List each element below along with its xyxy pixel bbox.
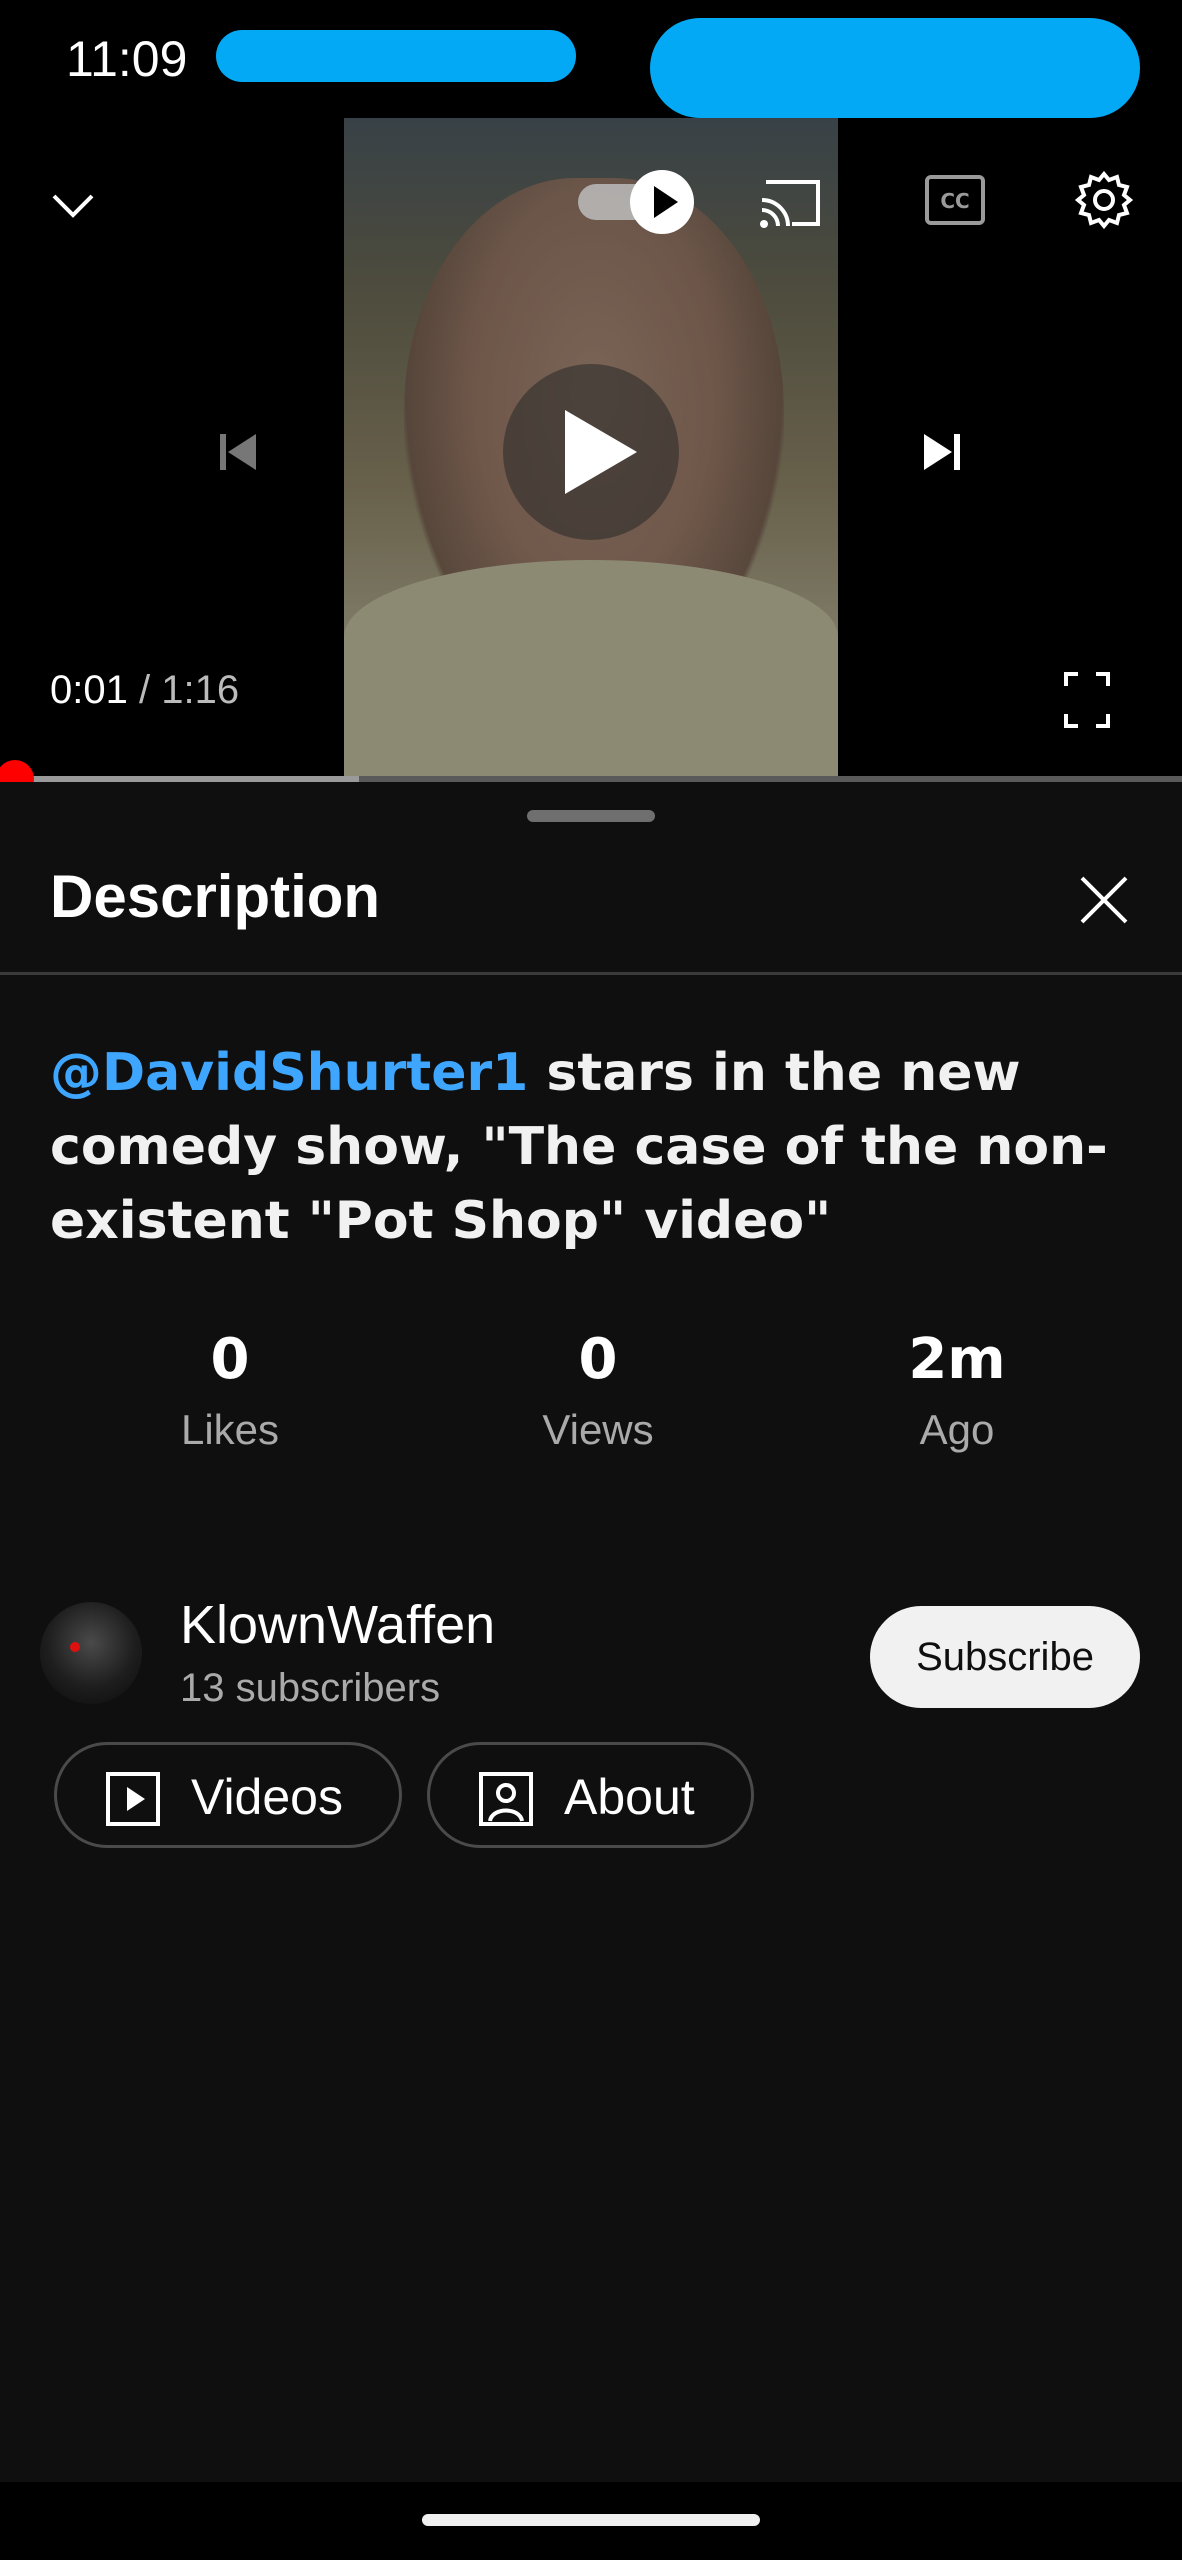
redaction-mark: [216, 30, 576, 82]
divider: [0, 972, 1182, 975]
autoplay-knob: [630, 170, 694, 234]
stat-label: Ago: [919, 1406, 995, 1453]
time-separator: /: [138, 668, 151, 712]
play-button[interactable]: [503, 364, 679, 540]
cast-icon[interactable]: [756, 172, 826, 232]
channel-name[interactable]: KlownWaffen: [180, 1594, 495, 1656]
skip-next-icon[interactable]: [918, 428, 966, 476]
video-player[interactable]: CC 0:01 / 1:16: [0, 118, 1182, 780]
gear-icon[interactable]: [1072, 168, 1136, 232]
status-bar: 11:09: [0, 0, 1182, 118]
fullscreen-icon[interactable]: [1062, 670, 1112, 730]
stat-value: 2m: [908, 1327, 1006, 1392]
play-icon: [565, 410, 637, 494]
stat-value: 0: [210, 1327, 250, 1392]
redaction-mark: [650, 18, 1140, 118]
status-clock: 11:09: [66, 31, 188, 87]
svg-text:CC: CC: [940, 189, 969, 213]
description-panel: Description @DavidShurter1 stars in the …: [0, 782, 1182, 2482]
subscriber-count: 13 subscribers: [180, 1666, 441, 1710]
about-button-label: About: [564, 1769, 695, 1825]
duration: 1:16: [161, 668, 240, 712]
home-indicator[interactable]: [422, 2514, 760, 2526]
stat-views: 0 Views: [448, 1327, 748, 1454]
channel-avatar[interactable]: [40, 1602, 142, 1704]
panel-title: Description: [50, 863, 381, 930]
videos-button[interactable]: Videos: [54, 1742, 402, 1848]
closed-captions-icon[interactable]: CC: [924, 174, 986, 226]
stat-value: 0: [578, 1327, 618, 1392]
stat-ago: 2m Ago: [807, 1327, 1107, 1454]
drag-handle[interactable]: [527, 810, 655, 822]
stat-likes: 0 Likes: [80, 1327, 380, 1454]
close-icon[interactable]: [1078, 874, 1130, 926]
skip-previous-icon[interactable]: [214, 428, 262, 476]
description-text: @DavidShurter1 stars in the new comedy s…: [50, 1036, 1110, 1258]
stat-label: Views: [542, 1406, 654, 1453]
current-time: 0:01: [50, 668, 128, 712]
subscribe-button[interactable]: Subscribe: [870, 1606, 1140, 1708]
mention-link[interactable]: @DavidShurter1: [50, 1043, 528, 1103]
autoplay-toggle[interactable]: [578, 170, 694, 234]
avatar-detail: [70, 1642, 80, 1652]
video-play-icon: [105, 1771, 161, 1827]
chevron-down-icon[interactable]: [48, 180, 98, 230]
person-icon: [478, 1771, 534, 1827]
about-button[interactable]: About: [427, 1742, 754, 1848]
videos-button-label: Videos: [191, 1769, 343, 1825]
time-display: 0:01 / 1:16: [50, 668, 239, 713]
stat-label: Likes: [180, 1406, 280, 1453]
